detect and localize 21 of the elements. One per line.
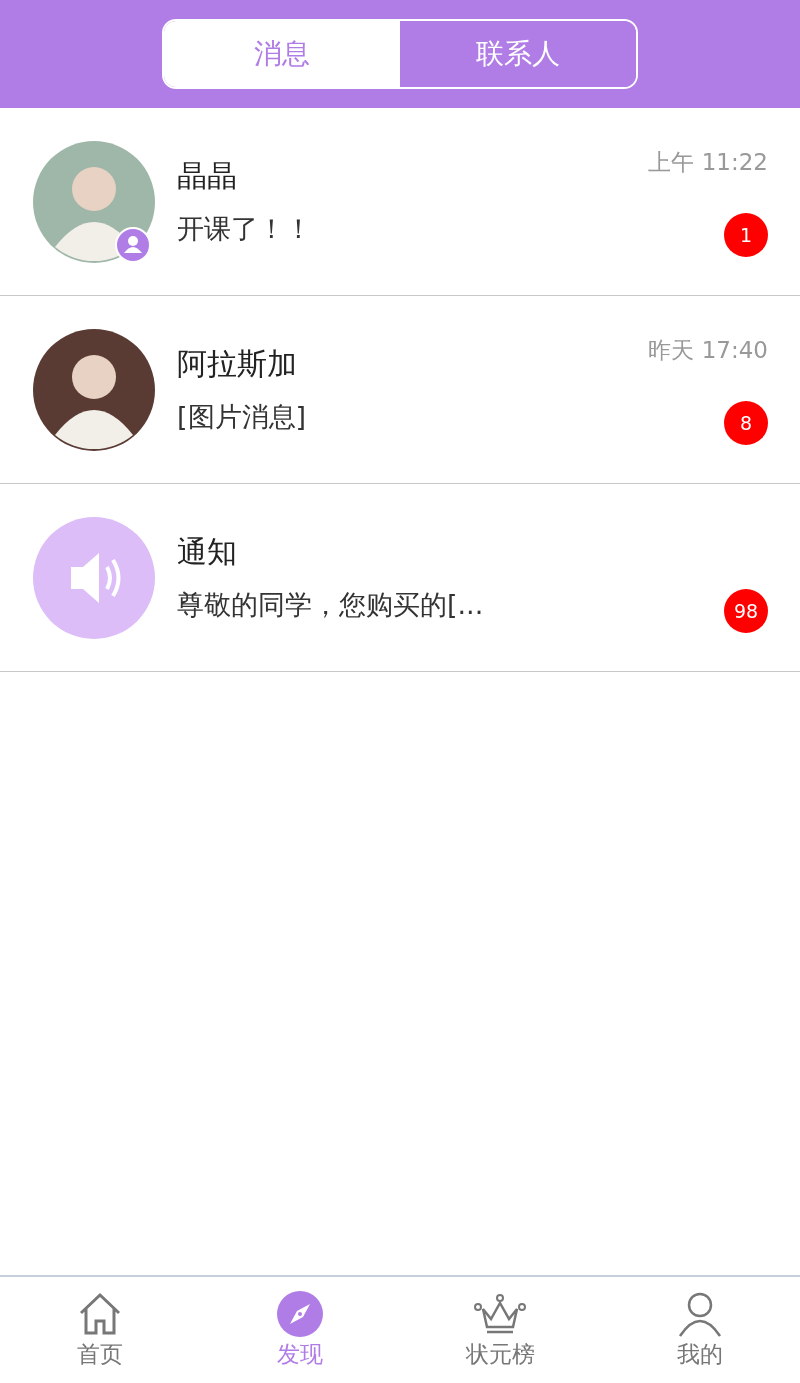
contact-name: 通知 [177, 533, 238, 571]
compass-icon [277, 1290, 323, 1337]
conversation-row[interactable]: 通知 尊敬的同学，您购买的[... 98 [0, 484, 800, 672]
message-preview: 开课了！！ [177, 212, 313, 246]
segment-tab[interactable]: 消息 [164, 21, 400, 87]
message-time: 昨天 17:40 [648, 335, 768, 365]
speaker-icon [33, 516, 155, 639]
unread-count: 98 [724, 588, 768, 633]
message-preview: 尊敬的同学，您购买的[... [177, 588, 485, 622]
conversation-row[interactable]: 阿拉斯加 [图片消息] 昨天 17:40 8 [0, 296, 800, 484]
person-icon [677, 1290, 723, 1337]
unread-count: 1 [724, 212, 768, 257]
contact-name: 阿拉斯加 [177, 345, 298, 383]
unread-count: 8 [724, 400, 768, 445]
message-time: 上午 11:22 [648, 147, 768, 177]
conversation-row[interactable]: 晶晶 开课了！！ 上午 11:22 1 [0, 108, 800, 296]
avatar-icon [33, 328, 155, 451]
avatar-icon [33, 140, 155, 263]
home-icon [77, 1290, 123, 1337]
contact-name: 晶晶 [177, 157, 238, 195]
message-preview: [图片消息] [177, 400, 308, 434]
